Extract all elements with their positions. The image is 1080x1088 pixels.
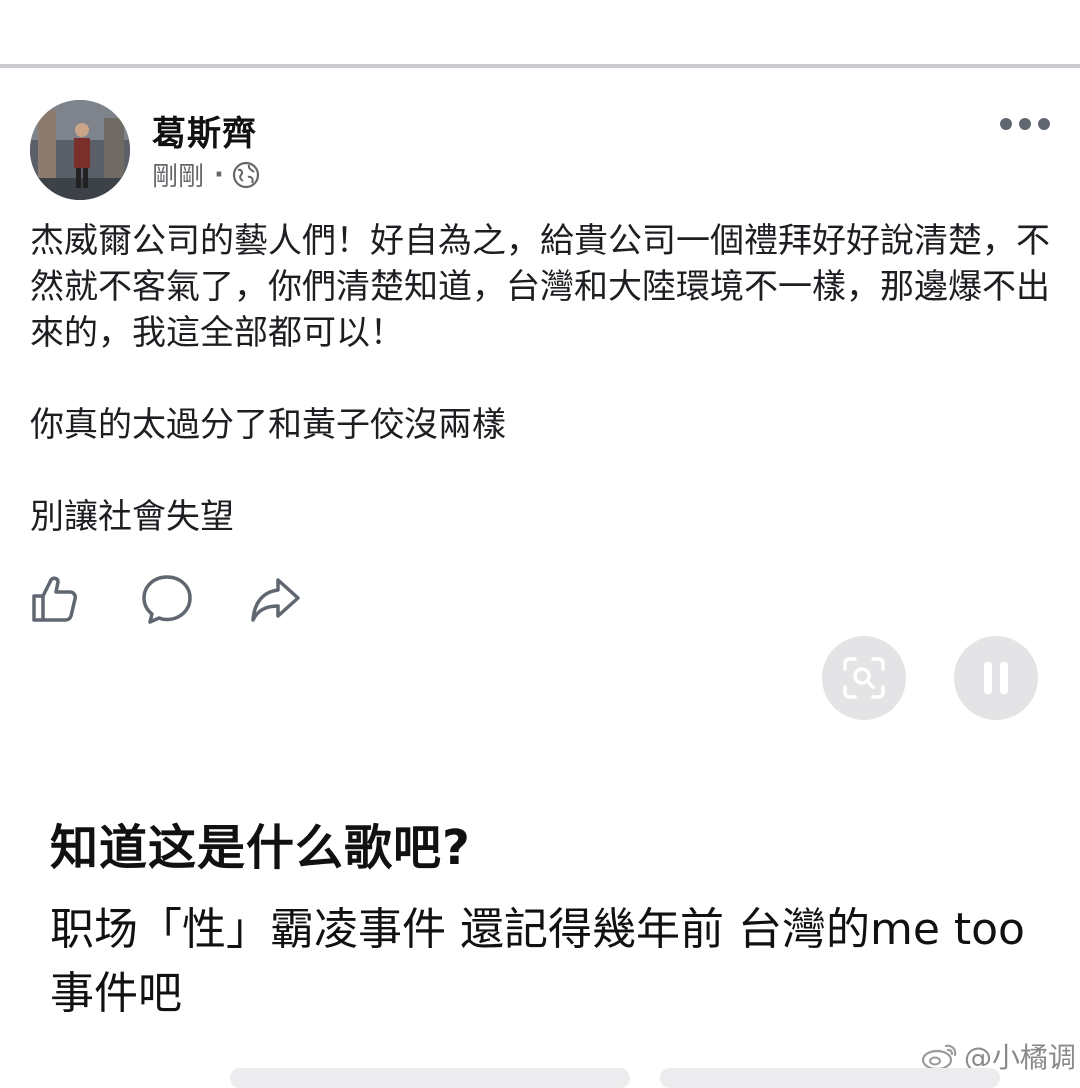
post-paragraph: 別讓社會失望 (30, 497, 234, 537)
bottom-bar-right (660, 1068, 1000, 1088)
pause-icon (984, 662, 1008, 694)
thumbs-up-icon (32, 576, 77, 622)
more-dots-icon (1000, 118, 1012, 130)
visual-search-icon (843, 657, 885, 699)
visual-search-button[interactable] (822, 636, 906, 720)
globe-icon (232, 161, 260, 189)
avatar[interactable] (30, 100, 130, 200)
share-button[interactable] (248, 572, 302, 626)
bottom-bar-left (230, 1068, 630, 1088)
post-meta: 剛剛 · (152, 156, 260, 193)
post-body: 杰威爾公司的藝人們！好自為之，給貴公司一個禮拜好好說清楚，不然就不客氣了，你們清… (30, 218, 1060, 586)
comment-button[interactable] (140, 572, 194, 626)
post-paragraph: 杰威爾公司的藝人們！好自為之，給貴公司一個禮拜好好說清楚，不然就不客氣了，你們清… (30, 221, 1050, 353)
meta-separator: · (214, 159, 224, 190)
post-time[interactable]: 剛剛 (152, 156, 204, 193)
comment-icon (142, 575, 192, 624)
more-options-button[interactable] (1000, 110, 1050, 138)
caption-title: 知道这是什么歌吧? (50, 820, 471, 876)
top-divider (0, 64, 1080, 68)
share-icon (251, 578, 300, 622)
author-name[interactable]: 葛斯齊 (152, 106, 257, 155)
like-button[interactable] (28, 572, 82, 626)
caption-body: 职场「性」霸凌事件 還記得幾年前 台灣的me too事件吧 (50, 904, 1025, 1019)
post-paragraph: 你真的太過分了和黃子佼沒兩樣 (30, 405, 506, 445)
pause-button[interactable] (954, 636, 1038, 720)
